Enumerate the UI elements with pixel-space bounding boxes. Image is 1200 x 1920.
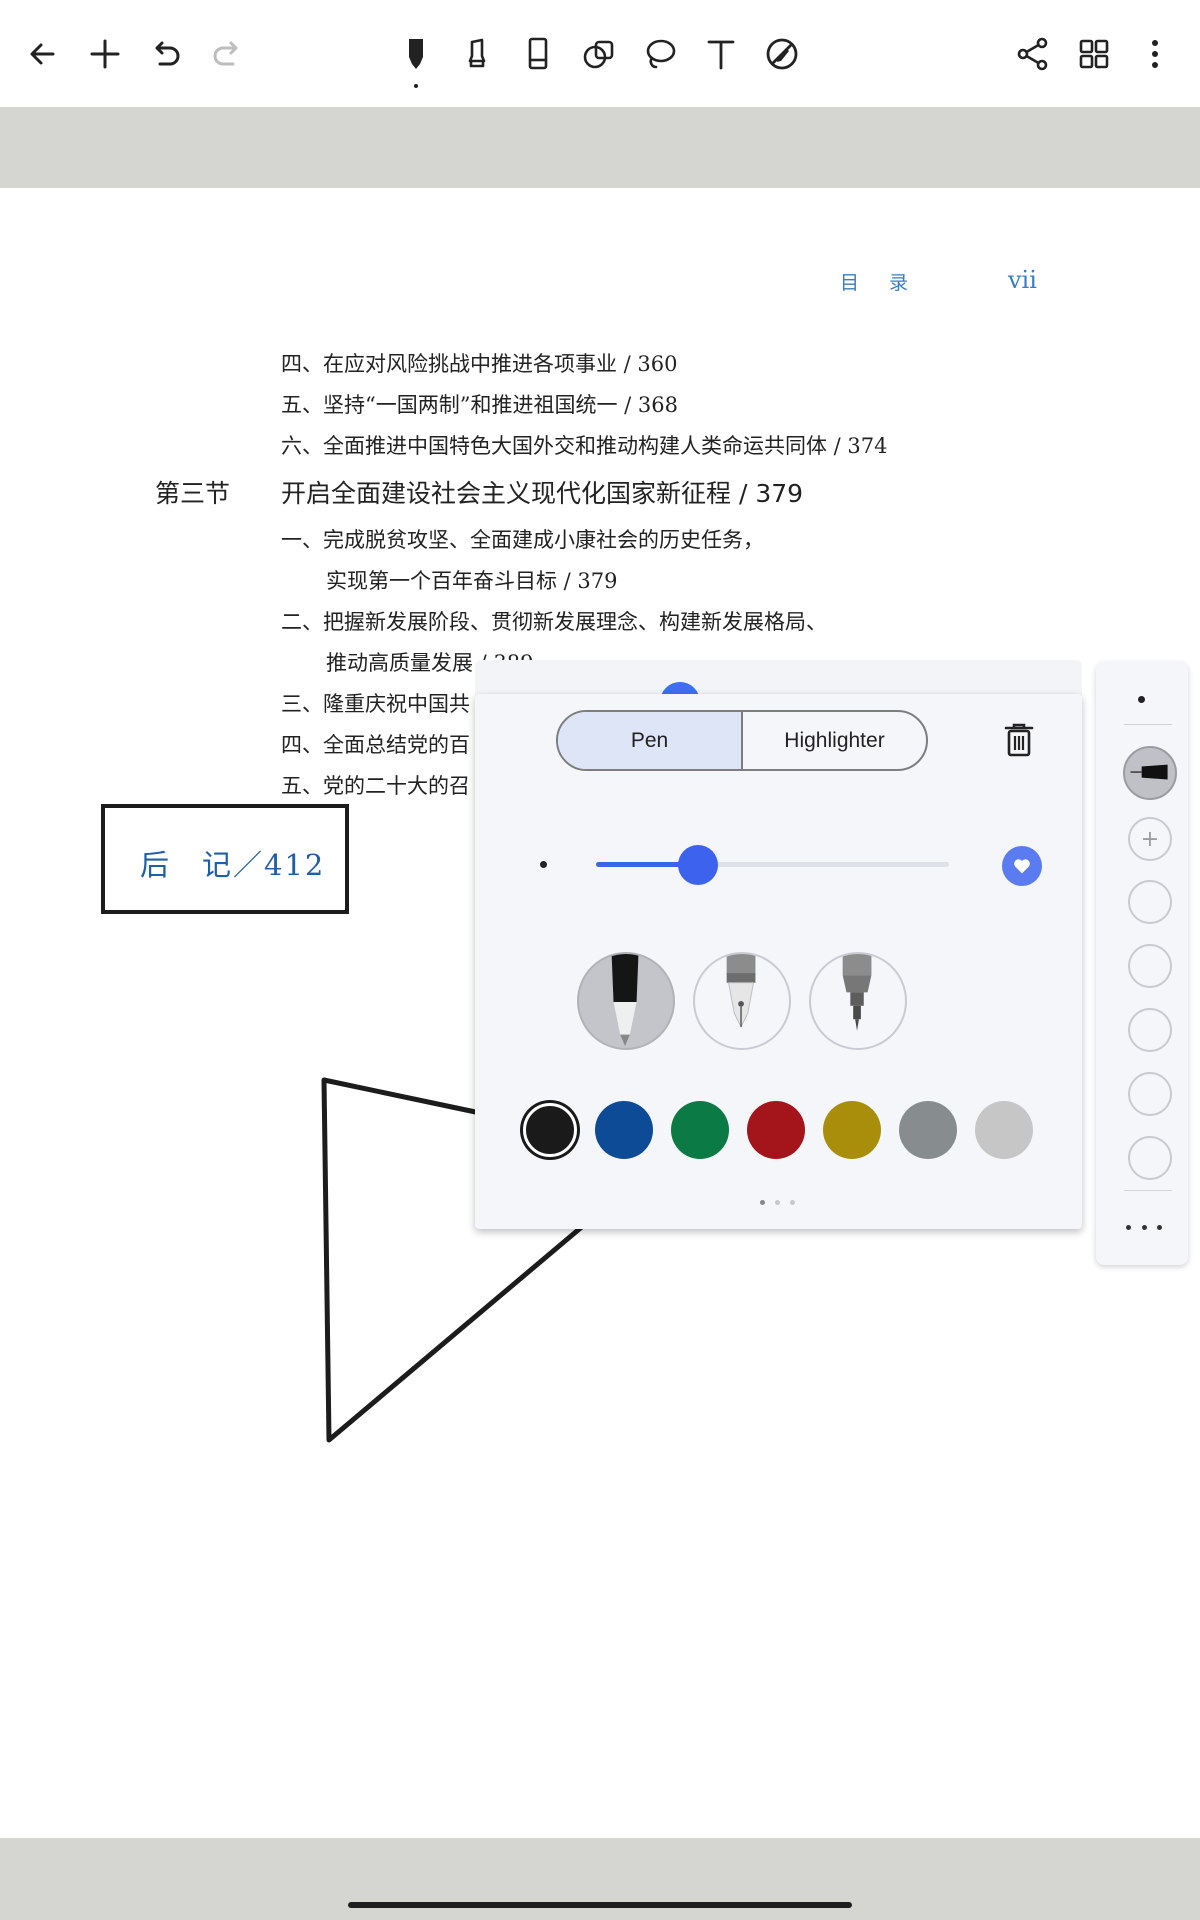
toc-entry: 五、党的二十大的召 (281, 774, 470, 798)
rail-size-indicator (1138, 696, 1145, 703)
eraser-tool-icon (528, 37, 548, 70)
redo-button[interactable] (197, 24, 257, 84)
eraser-tool-button[interactable] (508, 24, 568, 84)
page-gap-top (0, 107, 1200, 188)
text-tool-icon (707, 40, 735, 70)
back-icon (30, 43, 55, 65)
text-tool-button[interactable] (691, 24, 751, 84)
page-dot (760, 1200, 765, 1205)
highlighter-tool-button[interactable] (447, 24, 507, 84)
nib-fountain[interactable] (693, 952, 791, 1050)
redo-icon (213, 41, 238, 66)
undo-icon (155, 41, 180, 66)
toc-entry: 一、完成脱贫攻坚、全面建成小康社会的历史任务， (281, 528, 764, 552)
add-icon (90, 39, 120, 69)
page-dot (790, 1200, 795, 1205)
more-vertical-icon (1152, 40, 1158, 68)
page-dot (775, 1200, 780, 1205)
add-button[interactable] (75, 24, 135, 84)
toc-section-title: 开启全面建设社会主义现代化国家新征程 / 379 (281, 479, 804, 508)
toc-postscript: 后 记／412 (140, 848, 326, 882)
rail-pen-slot[interactable] (1128, 1072, 1172, 1116)
disable-pen-icon (766, 38, 798, 70)
rail-pen-slot[interactable] (1128, 880, 1172, 924)
favorite-button[interactable] (1002, 846, 1042, 886)
color-swatch-grey[interactable] (899, 1101, 957, 1159)
delete-icon[interactable] (1002, 722, 1036, 758)
more-horizontal-icon (1126, 1224, 1131, 1230)
pen-size-slider[interactable] (596, 845, 949, 885)
lasso-tool-button[interactable] (630, 24, 690, 84)
color-swatch-blue[interactable] (595, 1101, 653, 1159)
pen-rail: + (1096, 662, 1188, 1265)
pen-type-toggle: Pen Highlighter (556, 710, 928, 771)
rail-pen-slot[interactable] (1128, 1008, 1172, 1052)
pen-size-slider-thumb[interactable] (678, 845, 719, 885)
color-swatch-black[interactable] (523, 1103, 577, 1157)
toc-section-label: 第三节 (155, 479, 231, 508)
top-toolbar (0, 0, 1200, 108)
toc-entry: 四、全面总结党的百 (281, 733, 470, 757)
min-size-indicator (540, 861, 547, 868)
toc-entry: 五、坚持“一国两制”和推进祖国统一 / 368 (281, 393, 678, 417)
shape-tool-button[interactable] (569, 24, 629, 84)
ballpoint-nib-icon (611, 954, 639, 1047)
home-indicator[interactable] (348, 1902, 852, 1908)
more-options-button[interactable] (1125, 24, 1185, 84)
highlighter-tool-icon (468, 38, 486, 68)
nib-ballpoint[interactable] (577, 952, 675, 1050)
color-swatch-red[interactable] (747, 1101, 805, 1159)
rail-divider (1124, 724, 1172, 725)
heart-icon (1014, 859, 1030, 874)
rail-more-button[interactable] (1126, 1220, 1162, 1234)
rail-pen-slot[interactable] (1128, 944, 1172, 988)
disable-pen-button[interactable] (752, 24, 812, 84)
color-swatch-light-grey[interactable] (975, 1101, 1033, 1159)
toc-entry: 二、把握新发展阶段、贯彻新发展理念、构建新发展格局、 (281, 610, 827, 634)
page-number: vii (1008, 266, 1037, 294)
pen-tool-button[interactable] (386, 24, 446, 88)
back-button[interactable] (13, 24, 73, 84)
pen-tool-icon (409, 39, 423, 69)
tab-pen[interactable]: Pen (558, 712, 743, 769)
rail-pen-slot[interactable] (1128, 1136, 1172, 1180)
rail-current-pen[interactable] (1123, 746, 1177, 800)
pen-settings-popup: Pen Highlighter (475, 694, 1082, 1229)
nib-technical[interactable] (809, 952, 907, 1050)
toc-entry: 六、全面推进中国特色大国外交和推动构建人类命运共同体 / 374 (281, 434, 888, 458)
grid-view-button[interactable] (1064, 24, 1124, 84)
color-page-indicator (760, 1190, 805, 1209)
grid-view-icon (1079, 39, 1109, 69)
share-button[interactable] (1003, 24, 1063, 84)
active-tool-indicator (414, 84, 418, 88)
add-pen-preset-button[interactable]: + (1128, 817, 1172, 861)
fountain-pen-nib-icon (726, 954, 756, 1028)
share-icon (1017, 37, 1048, 71)
running-head: 目 录 (840, 272, 921, 294)
shape-tool-icon (583, 40, 614, 69)
popup-top-strip (475, 660, 1082, 696)
more-dot (1157, 1224, 1162, 1230)
toc-entry: 四、在应对风险挑战中推进各项事业 / 360 (281, 352, 678, 376)
more-dot (1141, 1224, 1147, 1230)
toc-entry: 三、隆重庆祝中国共 (281, 692, 470, 716)
toc-entry: 实现第一个百年奋斗目标 / 379 (326, 569, 618, 593)
color-swatch-yellow[interactable] (823, 1101, 881, 1159)
pen-preset-icon (1130, 764, 1168, 780)
undo-button[interactable] (136, 24, 196, 84)
technical-pen-nib-icon (842, 954, 872, 1031)
tab-highlighter[interactable]: Highlighter (743, 712, 926, 769)
rail-divider (1124, 1190, 1172, 1191)
lasso-tool-icon (646, 39, 676, 69)
color-swatch-green[interactable] (671, 1101, 729, 1159)
